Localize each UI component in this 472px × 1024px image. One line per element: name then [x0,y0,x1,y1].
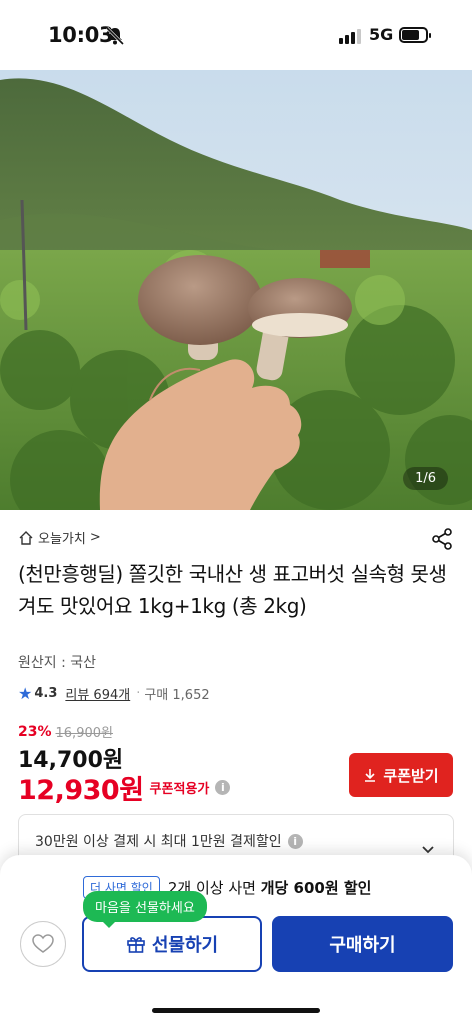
brand-link[interactable]: 오늘가치 > [18,528,101,547]
clock: 10:03 [48,23,114,47]
home-indicator[interactable] [152,1008,320,1013]
product-image-carousel[interactable]: 1/6 [0,70,472,510]
network-label: 5G [369,25,394,44]
payment-benefit-text: 30만원 이상 결제 시 최대 1만원 결제할인 [35,834,282,850]
coupon-button-label: 쿠폰받기 [383,766,439,785]
coupon-price: 12,930원 [18,775,144,806]
origin-label: 원산지 : 국산 [18,655,97,671]
info-icon[interactable]: i [215,780,231,795]
download-icon [365,769,376,782]
star-icon: ★ [18,684,33,703]
rating-score: 4.3 [34,686,58,701]
wishlist-button[interactable] [20,921,66,967]
buy-button-label: 구매하기 [329,935,396,956]
brand-name: 오늘가치 [38,532,86,547]
gift-button-label: 선물하기 [151,935,219,956]
share-icon[interactable] [430,527,454,551]
product-photo [0,70,472,510]
gift-tooltip: 마음을 선물하세요 [83,891,207,928]
image-counter: 1/6 [403,467,448,490]
home-icon [19,530,33,545]
coupon-price-label: 쿠폰적용가 [149,782,210,797]
discount-row: 23% 16,900원 [18,722,113,742]
gift-icon [127,937,145,953]
signal-icon [339,28,361,44]
bell-off-icon [105,26,125,46]
payment-benefit-text-row: 30만원 이상 결제 시 최대 1만원 결제할인 i [35,831,303,851]
info-icon[interactable]: i [287,833,303,849]
status-bar: 10:03 5G [0,0,472,70]
original-price: 16,900원 [55,726,113,741]
battery-icon [399,27,431,43]
separator: · [136,686,141,701]
promo-bold: 개당 600원 할인 [260,879,372,897]
reviews-link[interactable]: 리뷰 694개 [65,684,130,703]
purchase-count: 구매 1,652 [144,688,210,703]
chevron-right-icon: > [89,530,101,545]
heart-icon [32,934,54,953]
discount-rate: 23% [18,723,52,740]
buy-button[interactable]: 구매하기 [272,916,453,972]
rating-row: ★ 4.3 리뷰 694개 · 구매 1,652 [18,684,210,703]
product-title: (천만흥행딜) 쫄깃한 국내산 생 표고버섯 실속형 못생겨도 맛있어요 1kg… [18,562,447,618]
coupon-price-row: 12,930원 쿠폰적용가 i [18,768,231,807]
coupon-download-button[interactable]: 쿠폰받기 [349,753,453,797]
